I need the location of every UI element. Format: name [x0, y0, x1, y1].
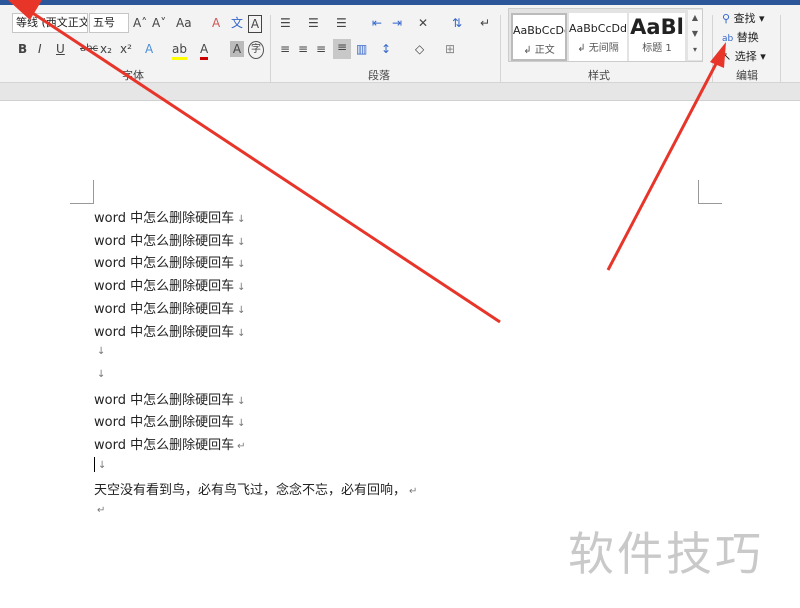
arrow-head-right [710, 42, 726, 68]
arrow-line-left [27, 8, 501, 324]
arrow-line-right [606, 59, 720, 271]
annotation-arrows [8, 0, 726, 324]
